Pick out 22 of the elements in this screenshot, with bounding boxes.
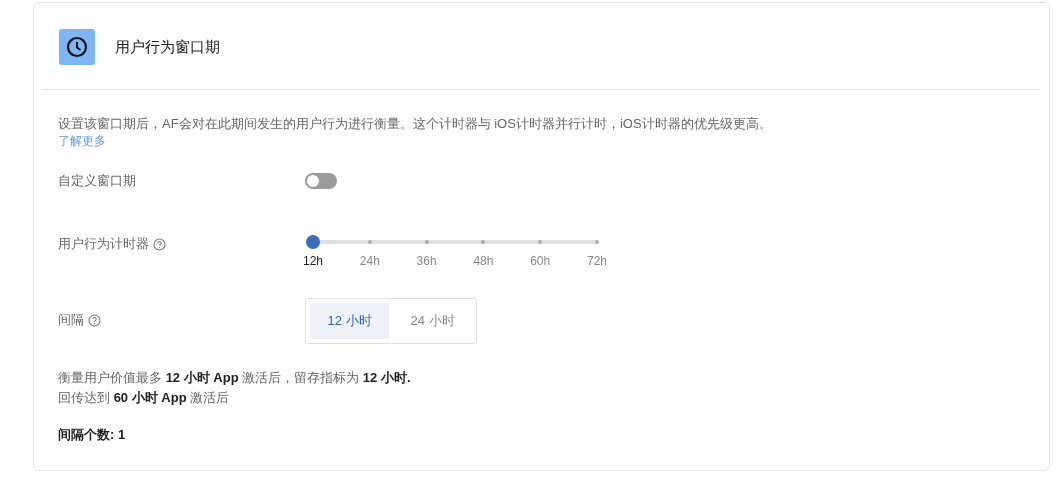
tick-label: 24h bbox=[359, 254, 380, 268]
description-text: 设置该窗口期后，AF会对在此期间发生的用户行为进行衡量。这个计时器与 iOS计时器并行计时，iOS计时器的优先级更高。 bbox=[58, 115, 773, 133]
section-title: 用户行为窗口期 bbox=[115, 37, 220, 57]
help-icon[interactable] bbox=[88, 313, 101, 327]
summary-text: 回传达到 60 小时 App 激活后 bbox=[58, 389, 231, 407]
tick-label: 72h bbox=[587, 254, 607, 268]
interval-count: 间隔个数: 1 bbox=[58, 426, 127, 444]
learn-more-link[interactable]: 了解更多 bbox=[58, 133, 106, 149]
tick-label: 36h bbox=[416, 254, 437, 268]
setting-label: 间隔 bbox=[58, 311, 84, 329]
segment-option[interactable]: 24 小时 bbox=[393, 303, 472, 339]
tick-label: 12h bbox=[303, 254, 323, 268]
clock-icon bbox=[59, 29, 95, 65]
segment-option[interactable]: 12 小时 bbox=[310, 303, 389, 339]
setting-label: 用户行为计时器 bbox=[58, 235, 149, 253]
tick-label: 48h bbox=[473, 254, 494, 268]
slider-handle[interactable] bbox=[306, 235, 320, 249]
help-icon[interactable] bbox=[153, 237, 166, 251]
tick-label: 60h bbox=[530, 254, 551, 268]
setting-label: 自定义窗口期 bbox=[58, 172, 137, 190]
toggle-switch[interactable] bbox=[305, 173, 337, 189]
summary-text: 衡量用户价值最多 12 小时 App 激活后，留存指标为 12 小时. bbox=[58, 369, 412, 387]
